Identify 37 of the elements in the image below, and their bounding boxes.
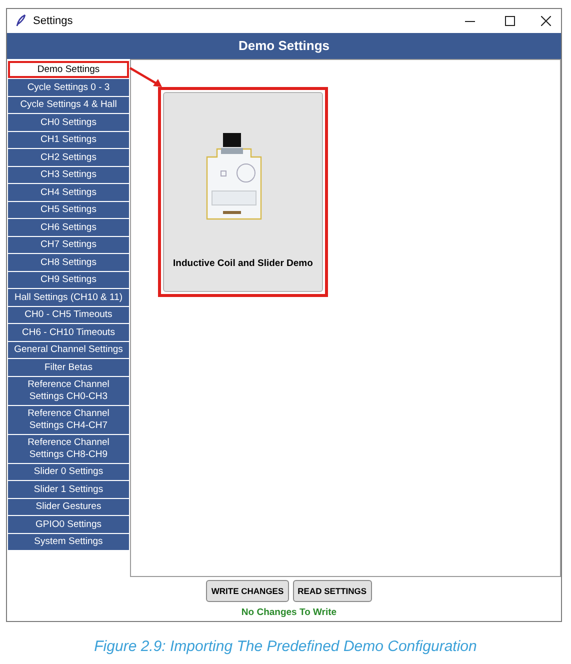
sidebar-item[interactable]: Demo Settings bbox=[8, 61, 129, 78]
sidebar-item[interactable]: CH6 Settings bbox=[8, 219, 129, 236]
sidebar-item[interactable]: System Settings bbox=[8, 534, 129, 550]
sidebar-item[interactable]: CH0 - CH5 Timeouts bbox=[8, 306, 129, 323]
sidebar-item[interactable]: CH1 Settings bbox=[8, 132, 129, 148]
sidebar-item[interactable]: CH8 Settings bbox=[8, 254, 129, 270]
sidebar-item[interactable]: Cycle Settings 4 & Hall bbox=[8, 96, 129, 113]
status-text: No Changes To Write bbox=[240, 606, 338, 620]
action-button[interactable]: WRITE CHANGES bbox=[206, 580, 289, 602]
window-title: Settings bbox=[33, 14, 73, 29]
sidebar-item[interactable]: CH2 Settings bbox=[8, 149, 129, 166]
sidebar-item[interactable]: General Channel Settings bbox=[8, 342, 129, 358]
quill-icon bbox=[15, 14, 27, 28]
sidebar-item[interactable]: CH7 Settings bbox=[8, 236, 129, 253]
sidebar-item[interactable]: CH5 Settings bbox=[8, 202, 129, 218]
sidebar-item[interactable]: Reference Channel Settings CH8-CH9 bbox=[8, 434, 129, 462]
sidebar-item[interactable]: Hall Settings (CH10 & 11) bbox=[8, 289, 129, 306]
sidebar-item[interactable]: Reference Channel Settings CH0-CH3 bbox=[8, 376, 129, 404]
sidebar-item[interactable]: Cycle Settings 0 - 3 bbox=[8, 79, 129, 96]
sidebar-item[interactable]: CH4 Settings bbox=[8, 184, 129, 200]
sidebar-item[interactable]: Slider Gestures bbox=[8, 498, 129, 515]
figure-caption: Figure 2.9: Importing The Predefined Demo Configuration bbox=[93, 637, 478, 657]
sidebar-item[interactable]: CH0 Settings bbox=[8, 114, 129, 130]
sidebar-item[interactable]: CH3 Settings bbox=[8, 166, 129, 183]
sidebar-item[interactable]: CH6 - CH10 Timeouts bbox=[8, 324, 129, 340]
sidebar-item[interactable]: GPIO0 Settings bbox=[8, 516, 129, 532]
demo-label: Inductive Coil and Slider Demo bbox=[173, 256, 313, 271]
sidebar-item[interactable]: CH9 Settings bbox=[8, 272, 129, 288]
sidebar-item[interactable]: Slider 0 Settings bbox=[8, 464, 129, 480]
action-button[interactable]: READ SETTINGS bbox=[292, 580, 372, 602]
sidebar-item[interactable]: Reference Channel Settings CH4-CH7 bbox=[8, 406, 129, 434]
header-bar: Demo Settings bbox=[7, 33, 561, 59]
close-icon[interactable] bbox=[541, 16, 551, 26]
maximize-icon[interactable] bbox=[505, 16, 515, 26]
sidebar-item[interactable]: Slider 1 Settings bbox=[8, 481, 129, 498]
demo-card[interactable]: Inductive Coil and Slider Demo bbox=[163, 92, 323, 292]
sidebar-item[interactable]: Filter Betas bbox=[8, 359, 129, 376]
